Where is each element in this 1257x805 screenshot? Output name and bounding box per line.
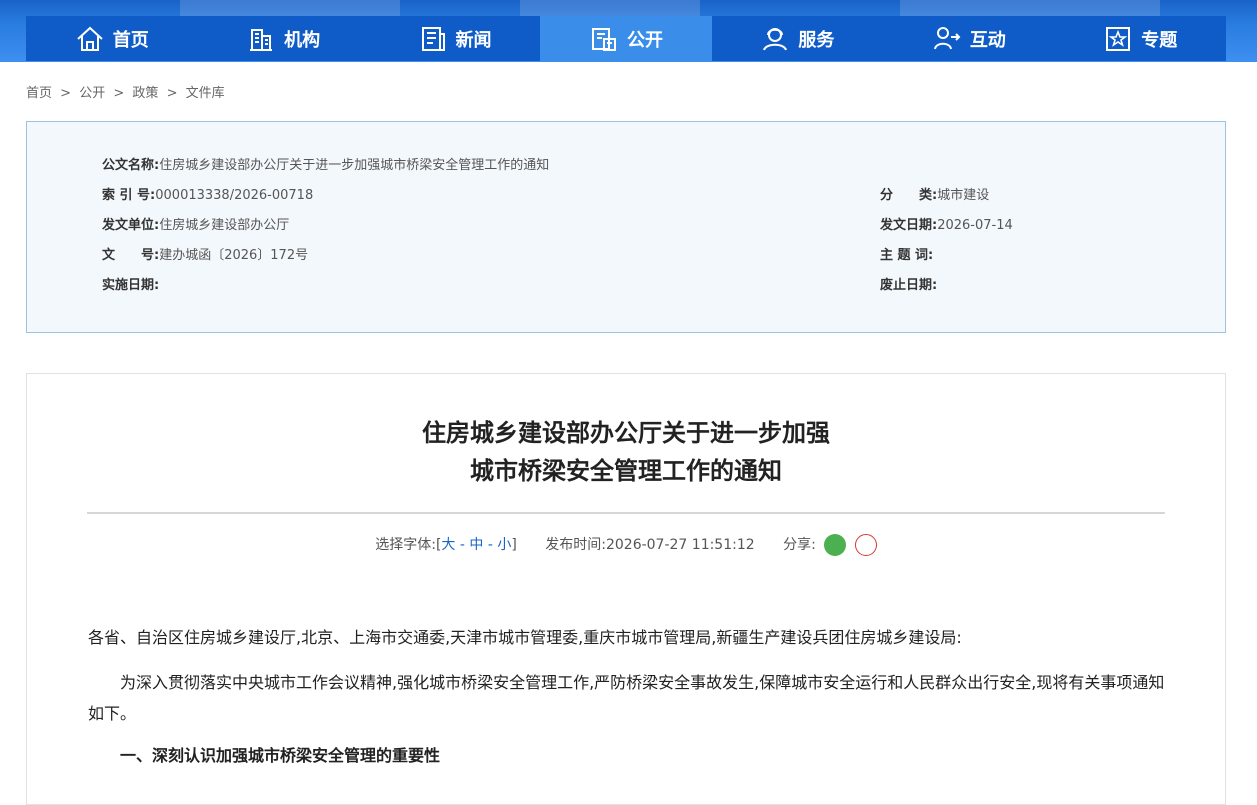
banner-decoration bbox=[900, 0, 1160, 16]
service-icon bbox=[763, 27, 788, 51]
wechat-share-icon[interactable] bbox=[824, 534, 847, 556]
article-paragraph: 各省、自治区住房城乡建设厅,北京、上海市交通委,天津市城市管理委,重庆市城市管理… bbox=[88, 628, 962, 647]
font-large-button[interactable]: 大 bbox=[441, 537, 455, 553]
nav-label: 公开 bbox=[626, 29, 663, 51]
font-medium-button[interactable]: 中 bbox=[469, 537, 483, 553]
nav-item-topics[interactable]: 专题 bbox=[1055, 16, 1226, 61]
home-icon bbox=[77, 26, 103, 51]
meta-title: 公文名称:住房城乡建设部办公厅关于进一步加强城市桥梁安全管理工作的通知 bbox=[102, 154, 549, 173]
meta-subject: 主 题 词: bbox=[880, 244, 933, 263]
banner-decoration bbox=[180, 0, 400, 16]
article-paragraph: 为深入贯彻落实中央城市工作会议精神,强化城市桥梁安全管理工作,严防桥梁安全事故发… bbox=[88, 673, 1165, 723]
meta-effective-label: 实施日期: bbox=[102, 278, 160, 293]
title-divider bbox=[87, 512, 1165, 514]
meta-category-value: 城市建设 bbox=[937, 188, 990, 203]
breadcrumb-disclosure[interactable]: 公开 bbox=[79, 86, 105, 101]
publish-label: 发布时间: bbox=[545, 537, 606, 553]
weibo-share-icon[interactable] bbox=[854, 534, 877, 556]
meta-index-value: 000013338/2026-00718 bbox=[155, 188, 314, 203]
nav-item-disclosure[interactable]: 公开 bbox=[540, 16, 712, 61]
meta-index-label: 索 引 号: bbox=[102, 188, 156, 203]
meta-docno-value: 建办城函〔2026〕172号 bbox=[159, 248, 309, 263]
breadcrumb-library[interactable]: 文件库 bbox=[186, 86, 225, 101]
meta-subject-label: 主 题 词: bbox=[880, 248, 934, 263]
breadcrumb-separator: > bbox=[113, 86, 125, 101]
meta-docno: 文 号:建办城函〔2026〕172号 bbox=[102, 244, 308, 263]
meta-category-label: 分 类: bbox=[880, 188, 938, 203]
title-line-1: 住房城乡建设部办公厅关于进一步加强 bbox=[422, 419, 830, 447]
main-nav: 首页 机构 新闻 公开 服务 互动 专题 bbox=[26, 16, 1226, 61]
breadcrumb-policy[interactable]: 政策 bbox=[132, 86, 158, 101]
font-separator: - bbox=[455, 537, 470, 553]
meta-issuer-label: 发文单位: bbox=[102, 218, 160, 233]
nav-label: 新闻 bbox=[455, 29, 492, 51]
nav-item-home[interactable]: 首页 bbox=[26, 16, 197, 61]
nav-item-institutions[interactable]: 机构 bbox=[197, 16, 368, 61]
nav-item-service[interactable]: 服务 bbox=[712, 16, 883, 61]
font-size-label: 选择字体:[ bbox=[375, 537, 442, 553]
nav-item-interaction[interactable]: 互动 bbox=[883, 16, 1054, 61]
meta-title-value: 住房城乡建设部办公厅关于进一步加强城市桥梁安全管理工作的通知 bbox=[159, 158, 550, 173]
topic-icon bbox=[1106, 26, 1131, 51]
meta-title-label: 公文名称: bbox=[102, 158, 160, 173]
font-size-end: ] bbox=[511, 537, 517, 553]
building-icon bbox=[250, 28, 273, 51]
article-info: 选择字体:[大 - 中 - 小] 发布时间:2026-07-27 11:51:1… bbox=[27, 534, 1225, 556]
nav-label: 服务 bbox=[798, 29, 835, 51]
interaction-icon bbox=[933, 26, 961, 49]
font-separator: - bbox=[483, 537, 498, 553]
news-icon bbox=[421, 26, 445, 51]
meta-index: 索 引 号:000013338/2026-00718 bbox=[102, 184, 313, 203]
meta-issuer-value: 住房城乡建设部办公厅 bbox=[159, 218, 290, 233]
meta-effective: 实施日期: bbox=[102, 274, 159, 293]
document-metadata: 公文名称:住房城乡建设部办公厅关于进一步加强城市桥梁安全管理工作的通知 索 引 … bbox=[26, 121, 1226, 333]
meta-date-value: 2026-07-14 bbox=[937, 218, 1013, 233]
meta-date-label: 发文日期: bbox=[880, 218, 938, 233]
font-small-button[interactable]: 小 bbox=[497, 537, 511, 553]
publish-time: 2026-07-27 11:51:12 bbox=[605, 537, 755, 553]
page-title: 住房城乡建设部办公厅关于进一步加强 城市桥梁安全管理工作的通知 bbox=[27, 414, 1225, 490]
title-line-2: 城市桥梁安全管理工作的通知 bbox=[470, 457, 782, 485]
meta-issuer: 发文单位:住房城乡建设部办公厅 bbox=[102, 214, 289, 233]
nav-label: 互动 bbox=[969, 29, 1006, 51]
disclosure-icon bbox=[591, 27, 616, 51]
meta-abolish: 废止日期: bbox=[880, 274, 937, 293]
nav-item-news[interactable]: 新闻 bbox=[369, 16, 540, 61]
share-label: 分享: bbox=[783, 537, 816, 553]
article-body: 住房城乡建设部办公厅关于进一步加强 城市桥梁安全管理工作的通知 选择字体:[大 … bbox=[26, 373, 1226, 805]
banner-decoration bbox=[520, 0, 700, 16]
nav-label: 首页 bbox=[112, 29, 149, 51]
breadcrumb-home[interactable]: 首页 bbox=[26, 86, 52, 101]
breadcrumb-separator: > bbox=[60, 86, 72, 101]
meta-abolish-label: 废止日期: bbox=[880, 278, 938, 293]
nav-label: 机构 bbox=[284, 29, 321, 51]
meta-category: 分 类:城市建设 bbox=[880, 184, 989, 203]
breadcrumb-separator: > bbox=[166, 86, 178, 101]
breadcrumb: 首页 > 公开 > 政策 > 文件库 bbox=[26, 82, 229, 101]
meta-date: 发文日期:2026-07-14 bbox=[880, 214, 1013, 233]
meta-docno-label: 文 号: bbox=[102, 248, 160, 263]
section-heading: 一、深刻认识加强城市桥梁安全管理的重要性 bbox=[88, 746, 441, 765]
nav-label: 专题 bbox=[1141, 29, 1178, 51]
